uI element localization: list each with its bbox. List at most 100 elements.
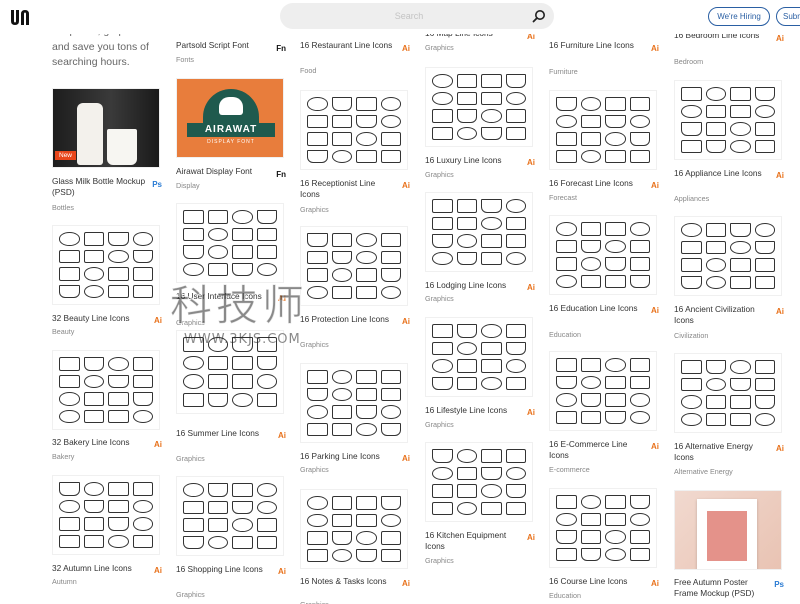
card-category[interactable]: Graphics — [425, 43, 454, 52]
search-icon[interactable] — [532, 9, 546, 23]
card-category[interactable]: Graphics — [176, 454, 205, 463]
unsplash-logo-icon[interactable] — [10, 7, 30, 27]
line-icon — [356, 531, 377, 545]
line-icon — [481, 501, 502, 515]
card-category[interactable]: Bedroom — [674, 57, 703, 66]
submit-button[interactable]: Submit — [776, 7, 800, 26]
line-icon — [331, 285, 352, 299]
card-category[interactable]: Display — [176, 181, 200, 190]
card-title[interactable]: Glass Milk Bottle Mockup (PSD) — [52, 176, 148, 198]
line-icon — [556, 257, 577, 271]
card-title[interactable]: 16 Ancient Civilization Icons — [674, 304, 770, 326]
card-title[interactable]: 16 User Interface Icons — [176, 291, 272, 302]
card-category[interactable]: Graphics — [300, 600, 329, 604]
card-title[interactable]: Free Autumn Poster Frame Mockup (PSD) — [674, 577, 770, 599]
card-title[interactable]: 16 Appliance Line Icons — [674, 168, 770, 179]
card-title[interactable]: 16 Receptionist Line Icons — [300, 178, 396, 200]
card-category[interactable]: Graphics — [176, 590, 205, 599]
card-thumbnail[interactable] — [674, 490, 782, 570]
card-category[interactable]: Graphics — [300, 465, 329, 474]
card-category[interactable]: Bottles — [52, 203, 74, 212]
card-title[interactable]: 16 Education Line Icons — [549, 303, 645, 314]
card-category[interactable]: Appliances — [674, 194, 709, 203]
card-title[interactable]: 16 Furniture Line Icons — [549, 40, 645, 51]
card-category[interactable]: Forecast — [549, 193, 577, 202]
card-category[interactable]: Furniture — [549, 67, 578, 76]
card-category[interactable]: Graphics — [425, 170, 454, 179]
line-icon — [356, 496, 377, 510]
card-title[interactable]: Airawat Display Font — [176, 166, 272, 177]
card-thumbnail[interactable] — [674, 353, 782, 433]
card-thumbnail[interactable] — [549, 90, 657, 170]
card-category[interactable]: Food — [300, 66, 316, 75]
card-category[interactable]: Bakery — [52, 452, 74, 461]
card-title[interactable]: 16 Shopping Line Icons — [176, 564, 272, 575]
search-input[interactable] — [294, 7, 524, 25]
card-thumbnail[interactable] — [674, 80, 782, 160]
card-category[interactable]: Fonts — [176, 55, 194, 64]
card-category[interactable]: Education — [549, 330, 581, 339]
card-thumbnail[interactable]: New — [52, 88, 160, 168]
card-title[interactable]: 16 Lodging Line Icons — [425, 280, 521, 291]
line-icon — [754, 223, 775, 237]
card-title[interactable]: 16 Kitchen Equipment Icons — [425, 530, 521, 552]
card-thumbnail[interactable] — [300, 489, 408, 569]
card-title[interactable]: 32 Bakery Line Icons — [52, 437, 148, 448]
line-icon — [730, 104, 751, 118]
card-title[interactable]: 32 Autumn Line Icons — [52, 563, 148, 574]
card-title[interactable]: 16 Restaurant Line Icons — [300, 40, 396, 51]
card-category[interactable]: Alternative Energy — [674, 467, 733, 476]
card-thumbnail[interactable] — [300, 226, 408, 306]
line-icon — [629, 495, 650, 509]
card-category[interactable]: Graphics — [300, 340, 329, 349]
card-thumbnail[interactable] — [300, 90, 408, 170]
card-title[interactable]: 16 Summer Line Icons — [176, 428, 272, 439]
card-title[interactable]: 16 Protection Line Icons — [300, 314, 396, 325]
line-icon — [108, 392, 129, 406]
card-title[interactable]: 16 Alternative Energy Icons — [674, 441, 770, 463]
card-title[interactable]: 16 E-Commerce Line Icons — [549, 439, 645, 461]
line-icon — [380, 114, 401, 128]
card-thumbnail[interactable]: AIRAWAT DISPLAY FONT — [176, 78, 284, 158]
card-title[interactable]: 32 Beauty Line Icons — [52, 313, 148, 324]
card-title[interactable]: 16 Notes & Tasks Icons — [300, 576, 396, 587]
card-thumbnail[interactable] — [425, 442, 533, 522]
icon-grid-preview — [183, 210, 277, 276]
card-thumbnail[interactable] — [425, 192, 533, 272]
card-title[interactable]: 16 Course Line Icons — [549, 576, 645, 587]
card-thumbnail[interactable] — [176, 203, 284, 283]
card-category[interactable]: Autumn — [52, 577, 77, 586]
line-icon — [505, 501, 526, 515]
card-thumbnail[interactable] — [52, 350, 160, 430]
card-title[interactable]: 16 Parking Line Icons — [300, 451, 396, 462]
card-category[interactable]: Graphics — [300, 205, 329, 214]
card-category[interactable]: Graphics — [176, 318, 205, 327]
card-category[interactable]: Beauty — [52, 327, 74, 336]
card-category[interactable]: Graphics — [425, 556, 454, 565]
card-thumbnail[interactable] — [549, 215, 657, 295]
card-thumbnail[interactable] — [176, 330, 284, 414]
card-title[interactable]: 16 Luxury Line Icons — [425, 155, 521, 166]
icon-grid-preview — [183, 483, 277, 549]
card-thumbnail[interactable] — [425, 317, 533, 397]
search-bar[interactable] — [280, 3, 554, 29]
card-category[interactable]: Education — [549, 591, 581, 600]
hiring-button[interactable]: We're Hiring — [708, 7, 770, 26]
card-category[interactable]: E-commerce — [549, 465, 590, 474]
card-thumbnail[interactable] — [549, 488, 657, 568]
card-category[interactable]: Graphics — [425, 420, 454, 429]
card-category[interactable]: Graphics — [425, 294, 454, 303]
card-title[interactable]: 16 Forecast Line Icons — [549, 178, 645, 189]
line-icon — [456, 234, 477, 248]
card-thumbnail[interactable] — [52, 475, 160, 555]
card-thumbnail[interactable] — [176, 476, 284, 556]
card-title[interactable]: Partsold Script Font — [176, 40, 272, 51]
card-thumbnail[interactable] — [300, 363, 408, 443]
card-thumbnail[interactable] — [52, 225, 160, 305]
card-thumbnail[interactable] — [549, 351, 657, 431]
card-thumbnail[interactable] — [674, 216, 782, 296]
card-category[interactable]: Civilization — [674, 331, 708, 340]
line-icon — [456, 341, 477, 355]
card-title[interactable]: 16 Lifestyle Line Icons — [425, 405, 521, 416]
card-thumbnail[interactable] — [425, 67, 533, 147]
